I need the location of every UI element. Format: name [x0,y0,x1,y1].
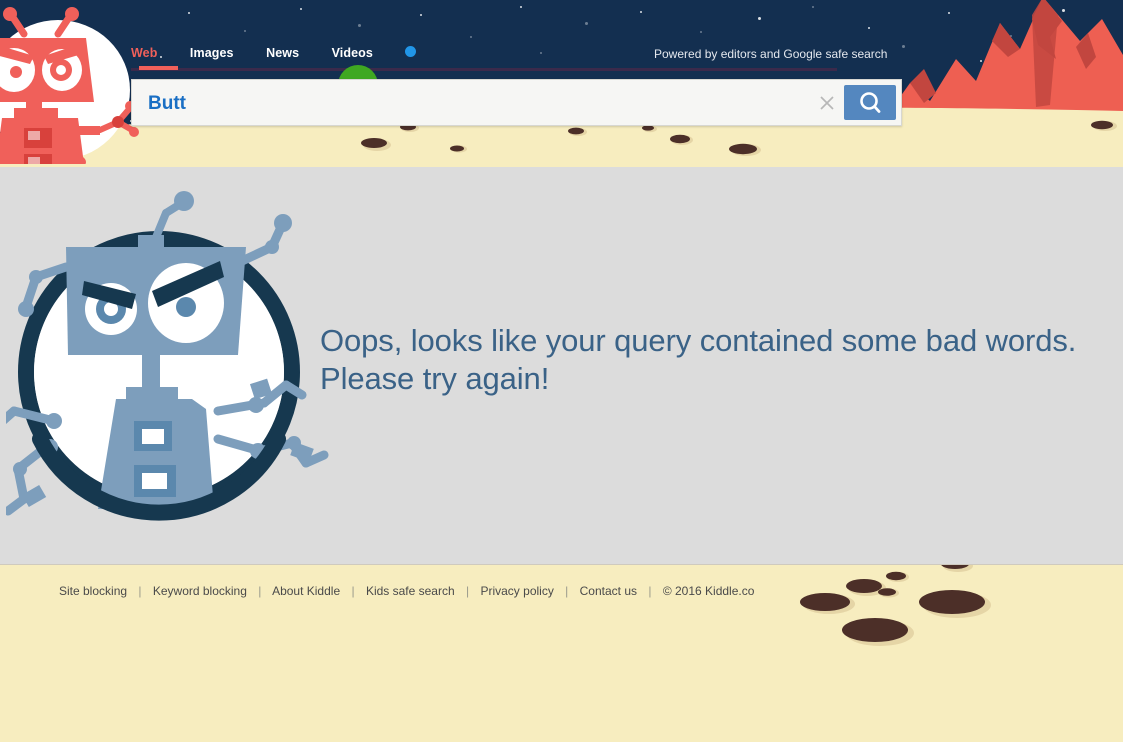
footer-link-contact-us[interactable]: Contact us [580,584,637,598]
footer-link-about-kiddle[interactable]: About Kiddle [272,584,340,598]
footer-separator: | [648,584,652,598]
footer-separator: | [466,584,470,598]
main-content: Oops, looks like your query contained so… [0,167,1123,565]
footer-links: Site blocking | Keyword blocking | About… [59,584,754,598]
powered-by-label: Powered by editors and Google safe searc… [654,47,888,61]
site-footer: Site blocking | Keyword blocking | About… [0,565,1123,749]
footer-link-privacy-policy[interactable]: Privacy policy [480,584,553,598]
close-x-icon[interactable] [817,93,837,113]
nav-underline-rule [131,68,837,71]
tab-news[interactable]: News [266,46,299,60]
footer-separator: | [351,584,355,598]
footer-link-keyword-blocking[interactable]: Keyword blocking [153,584,247,598]
error-message-line-2: Please try again! [320,361,550,396]
page-bottom-gutter [0,742,1123,749]
tab-videos[interactable]: Videos [332,46,373,60]
footer-separator: | [258,584,262,598]
kiddle-error-page: Web Images News Videos Powered by editor… [0,0,1123,749]
angry-blue-robot-icon [6,191,329,521]
search-button[interactable] [844,85,896,120]
magnifier-icon [860,92,881,113]
footer-link-kids-safe-search[interactable]: Kids safe search [366,584,455,598]
footer-separator: | [565,584,569,598]
search-input[interactable] [146,84,810,123]
site-header: Web Images News Videos Powered by editor… [0,0,1123,167]
tab-web[interactable]: Web [131,46,157,60]
primary-nav: Web Images News Videos [131,44,417,68]
blue-dot-icon [405,46,417,58]
footer-link-site-blocking[interactable]: Site blocking [59,584,127,598]
nav-active-indicator [139,66,178,70]
search-bar [131,79,902,126]
error-message: Oops, looks like your query contained so… [320,322,1080,398]
footer-separator: | [138,584,142,598]
tab-images[interactable]: Images [190,46,234,60]
copyright-label: © 2016 Kiddle.co [662,584,755,598]
error-message-line-1: Oops, looks like your query contained so… [320,323,1077,358]
